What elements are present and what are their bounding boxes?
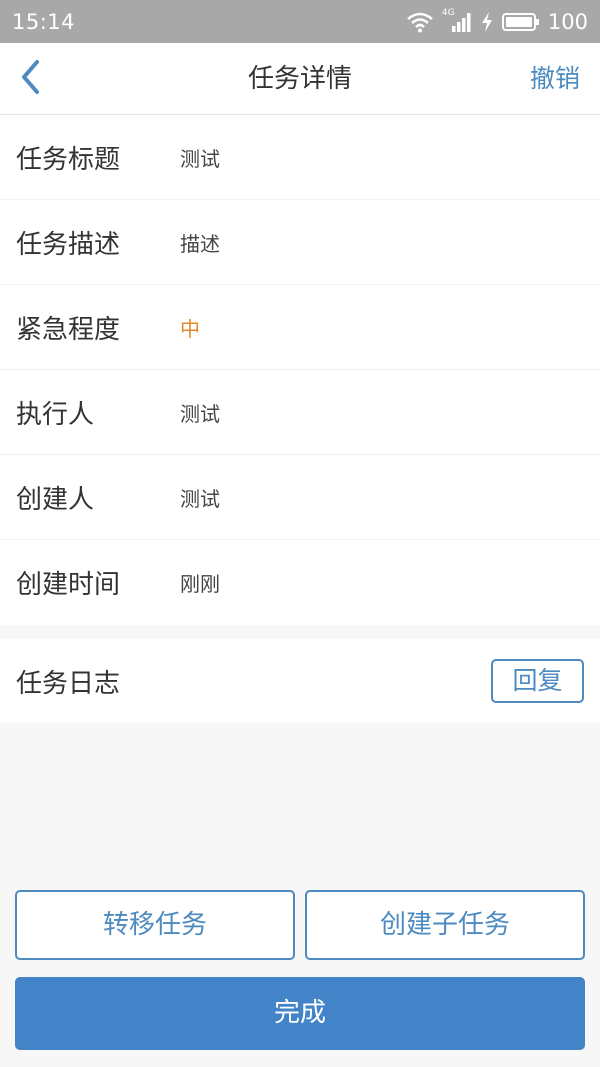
detail-label: 任务标题 — [16, 144, 121, 175]
reply-button[interactable]: 回复 — [491, 659, 584, 703]
complete-button[interactable]: 完成 — [15, 977, 585, 1050]
detail-label: 创建时间 — [16, 570, 121, 600]
detail-value: 测试 — [180, 401, 220, 426]
transfer-task-button[interactable]: 转移任务 — [15, 890, 295, 960]
detail-value: 测试 — [180, 146, 220, 171]
urgency-value: 中 — [180, 316, 200, 341]
detail-row-creator: 创建人 测试 — [0, 455, 600, 540]
create-subtask-button[interactable]: 创建子任务 — [305, 890, 585, 960]
detail-row-title: 任务标题 测试 — [0, 115, 600, 200]
nav-bar: 任务详情 撤销 — [0, 43, 600, 115]
task-detail-list: 任务标题 测试 任务描述 描述 紧急程度 中 执行人 测试 创建人 测试 创建时… — [0, 115, 600, 625]
detail-value: 测试 — [180, 486, 220, 511]
action-button-row: 转移任务 创建子任务 — [15, 890, 585, 960]
battery-level: 100 — [547, 9, 588, 34]
signal-icon: 4G — [441, 7, 472, 34]
chevron-left-icon — [19, 59, 41, 99]
status-icons: 4G 100 — [406, 7, 588, 34]
detail-value: 描述 — [180, 231, 220, 256]
wifi-icon — [406, 11, 434, 33]
detail-label: 创建人 — [16, 484, 95, 515]
status-time: 15:14 — [12, 9, 76, 34]
back-button[interactable] — [8, 57, 52, 101]
detail-row-urgency: 紧急程度 中 — [0, 285, 600, 370]
detail-row-description: 任务描述 描述 — [0, 200, 600, 285]
revoke-button[interactable]: 撤销 — [530, 43, 580, 115]
status-bar: 15:14 4G 100 — [0, 0, 600, 43]
detail-value: 刚刚 — [180, 572, 220, 596]
task-log-section: 任务日志 回复 — [0, 639, 600, 723]
network-type: 4G — [441, 7, 455, 18]
detail-row-created-time: 创建时间 刚刚 — [0, 540, 600, 625]
detail-label: 任务描述 — [16, 229, 121, 260]
task-log-title: 任务日志 — [16, 668, 121, 699]
page-title: 任务详情 — [247, 64, 352, 94]
detail-row-assignee: 执行人 测试 — [0, 370, 600, 455]
charging-icon — [480, 11, 494, 33]
battery-icon — [501, 12, 540, 32]
detail-label: 执行人 — [16, 399, 95, 430]
detail-label: 紧急程度 — [16, 314, 121, 345]
